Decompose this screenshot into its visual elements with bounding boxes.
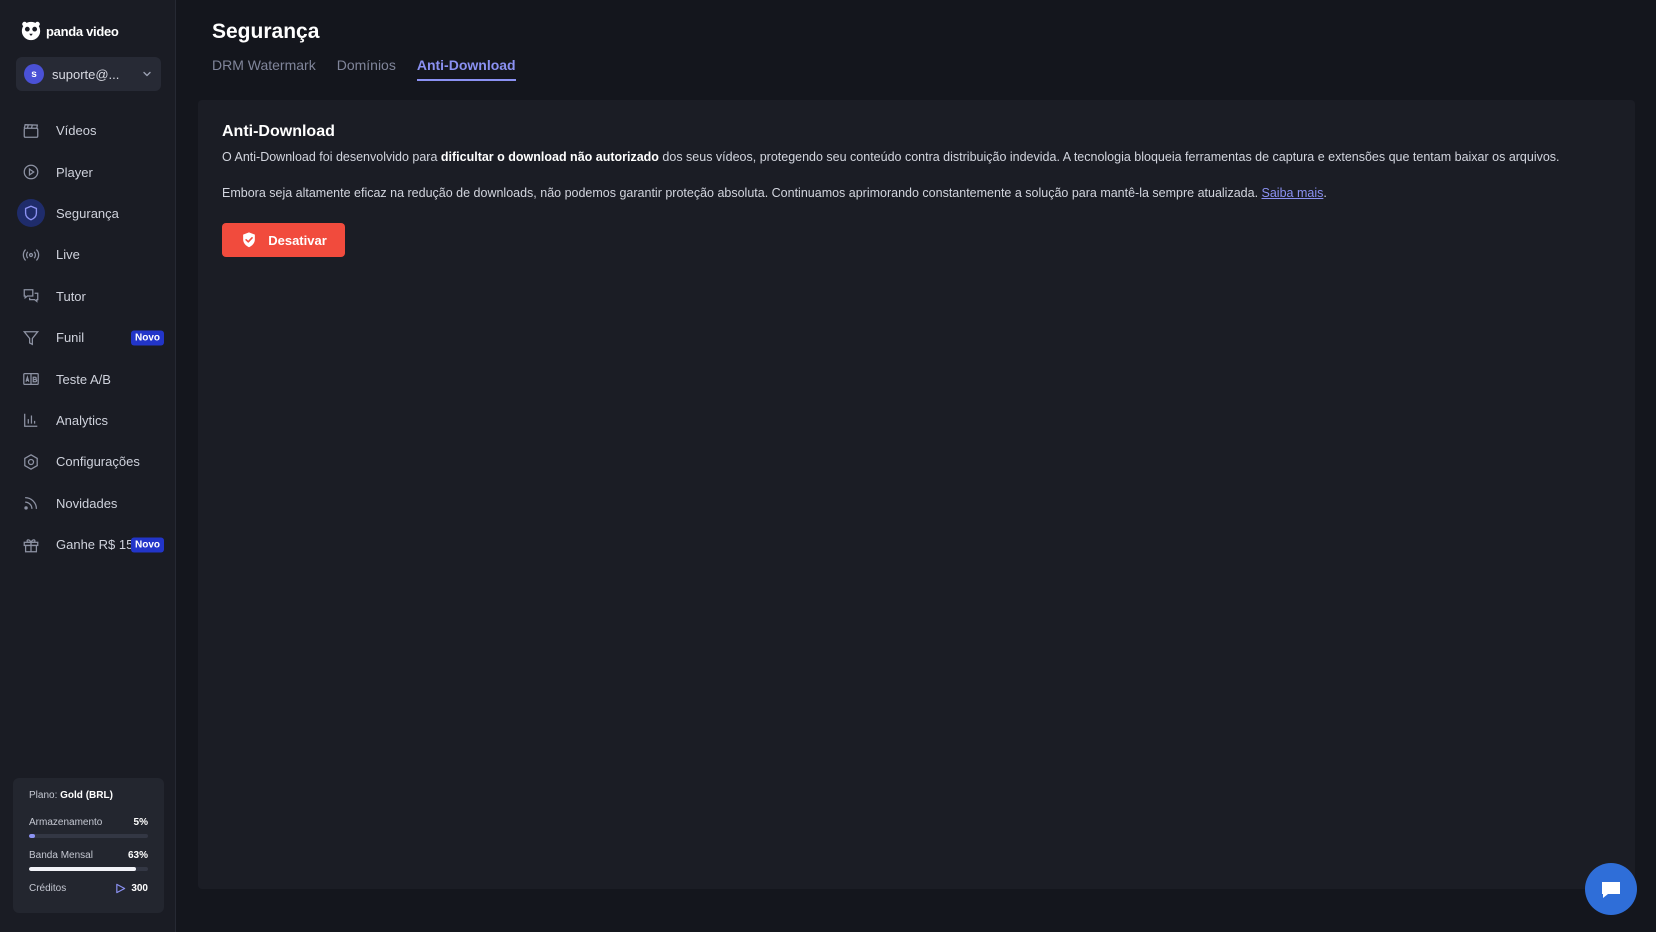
sidebar-item-label: Ganhe R$ 150 bbox=[56, 537, 141, 553]
credits-row: Créditos 300 bbox=[29, 883, 148, 894]
funnel-icon bbox=[20, 327, 42, 349]
chat-icon bbox=[1602, 882, 1620, 898]
clapperboard-icon bbox=[20, 120, 42, 142]
card-title: Anti-Download bbox=[222, 123, 335, 140]
credits-label: Créditos bbox=[29, 883, 67, 894]
deactivate-button[interactable]: Desativar bbox=[222, 223, 345, 257]
ab-test-icon bbox=[20, 368, 42, 390]
bandwidth-label: Banda Mensal bbox=[29, 850, 93, 861]
sidebar-item-security[interactable]: Segurança bbox=[0, 193, 176, 234]
bar-chart-icon bbox=[20, 409, 42, 431]
sidebar-item-label: Vídeos bbox=[56, 123, 97, 139]
rss-icon bbox=[20, 492, 42, 514]
sidebar-item-tutor[interactable]: Tutor bbox=[0, 276, 176, 317]
sidebar-item-label: Segurança bbox=[56, 205, 119, 221]
disclaimer-paragraph: Embora seja altamente eficaz na redução … bbox=[222, 186, 1622, 200]
sidebar-item-settings[interactable]: Configurações bbox=[0, 441, 176, 482]
deactivate-label: Desativar bbox=[268, 232, 327, 248]
new-badge: Novo bbox=[131, 330, 164, 346]
main-content: Segurança DRM Watermark Domínios Anti-Do… bbox=[176, 0, 1656, 932]
sidebar-nav: Vídeos Player Segurança Live Tutor Funil… bbox=[0, 110, 176, 565]
tab-domains[interactable]: Domínios bbox=[337, 57, 396, 81]
panda-logo-icon bbox=[21, 21, 41, 41]
sidebar-item-analytics[interactable]: Analytics bbox=[0, 400, 176, 441]
description-text-start: O Anti-Download foi desenvolvido para bbox=[222, 150, 441, 164]
disclaimer-end: . bbox=[1323, 186, 1327, 200]
plan-title: Plano: Gold (BRL) bbox=[29, 790, 148, 801]
plan-name: Gold (BRL) bbox=[60, 790, 113, 801]
avatar: s bbox=[24, 64, 44, 84]
chat-bubbles-icon bbox=[20, 285, 42, 307]
sidebar-item-label: Funil bbox=[56, 330, 85, 346]
description-paragraph: O Anti-Download foi desenvolvido para di… bbox=[222, 150, 1622, 164]
anti-download-card: Anti-Download O Anti-Download foi desenv… bbox=[198, 100, 1635, 889]
credits-value-wrap: 300 bbox=[115, 883, 148, 894]
shield-icon bbox=[17, 199, 45, 228]
disclaimer-text: Embora seja altamente eficaz na redução … bbox=[222, 186, 1262, 200]
play-credit-icon bbox=[116, 883, 126, 894]
tab-anti-download[interactable]: Anti-Download bbox=[416, 57, 516, 81]
storage-value: 5% bbox=[133, 817, 148, 828]
play-circle-icon bbox=[20, 161, 42, 183]
sidebar-item-ab-test[interactable]: Teste A/B bbox=[0, 358, 176, 399]
sidebar-item-live[interactable]: Live bbox=[0, 234, 176, 275]
credits-value: 300 bbox=[131, 883, 148, 894]
broadcast-icon bbox=[20, 244, 42, 266]
learn-more-link[interactable]: Saiba mais bbox=[1262, 186, 1324, 200]
sidebar-item-label: Live bbox=[56, 247, 80, 263]
tab-bar: DRM Watermark Domínios Anti-Download bbox=[212, 57, 516, 81]
sidebar-item-news[interactable]: Novidades bbox=[0, 483, 176, 524]
plan-label: Plano: bbox=[29, 790, 58, 801]
account-email: suporte@... bbox=[52, 66, 120, 82]
sidebar-item-funnel[interactable]: Funil Novo bbox=[0, 317, 176, 358]
app-root: panda video s suporte@... Vídeos Player bbox=[0, 0, 1656, 932]
sidebar-item-label: Teste A/B bbox=[56, 371, 111, 387]
brand-name: panda video bbox=[46, 23, 119, 39]
sidebar: panda video s suporte@... Vídeos Player bbox=[0, 0, 176, 932]
description-bold: dificultar o download não autorizado bbox=[440, 150, 659, 164]
gear-icon bbox=[20, 451, 42, 473]
sidebar-item-label: Configurações bbox=[56, 454, 140, 470]
brand-logo[interactable]: panda video bbox=[20, 20, 119, 42]
sidebar-item-label: Novidades bbox=[56, 495, 118, 511]
page-title: Segurança bbox=[212, 20, 320, 43]
sidebar-item-label: Analytics bbox=[56, 412, 109, 428]
sidebar-item-player[interactable]: Player bbox=[0, 151, 176, 192]
new-badge: Novo bbox=[131, 537, 164, 553]
sidebar-item-videos[interactable]: Vídeos bbox=[0, 110, 176, 151]
plan-card: Plano: Gold (BRL) Armazenamento 5% Banda… bbox=[13, 778, 164, 913]
bandwidth-value: 63% bbox=[127, 850, 148, 861]
storage-row: Armazenamento 5% bbox=[29, 817, 148, 828]
description-text-end: dos seus vídeos, protegendo seu conteúdo… bbox=[658, 150, 1560, 164]
sidebar-item-label: Player bbox=[56, 164, 93, 180]
chat-support-button[interactable] bbox=[1585, 863, 1637, 915]
gift-icon bbox=[20, 534, 42, 556]
account-switcher[interactable]: s suporte@... bbox=[16, 57, 161, 91]
tab-drm-watermark[interactable]: DRM Watermark bbox=[212, 57, 316, 81]
storage-label: Armazenamento bbox=[29, 817, 103, 828]
sidebar-item-referral[interactable]: Ganhe R$ 150 Novo bbox=[0, 524, 176, 565]
sidebar-item-label: Tutor bbox=[56, 288, 86, 304]
chevron-down-icon bbox=[143, 71, 151, 77]
shield-check-icon bbox=[243, 232, 256, 248]
bandwidth-row: Banda Mensal 63% bbox=[29, 850, 148, 861]
